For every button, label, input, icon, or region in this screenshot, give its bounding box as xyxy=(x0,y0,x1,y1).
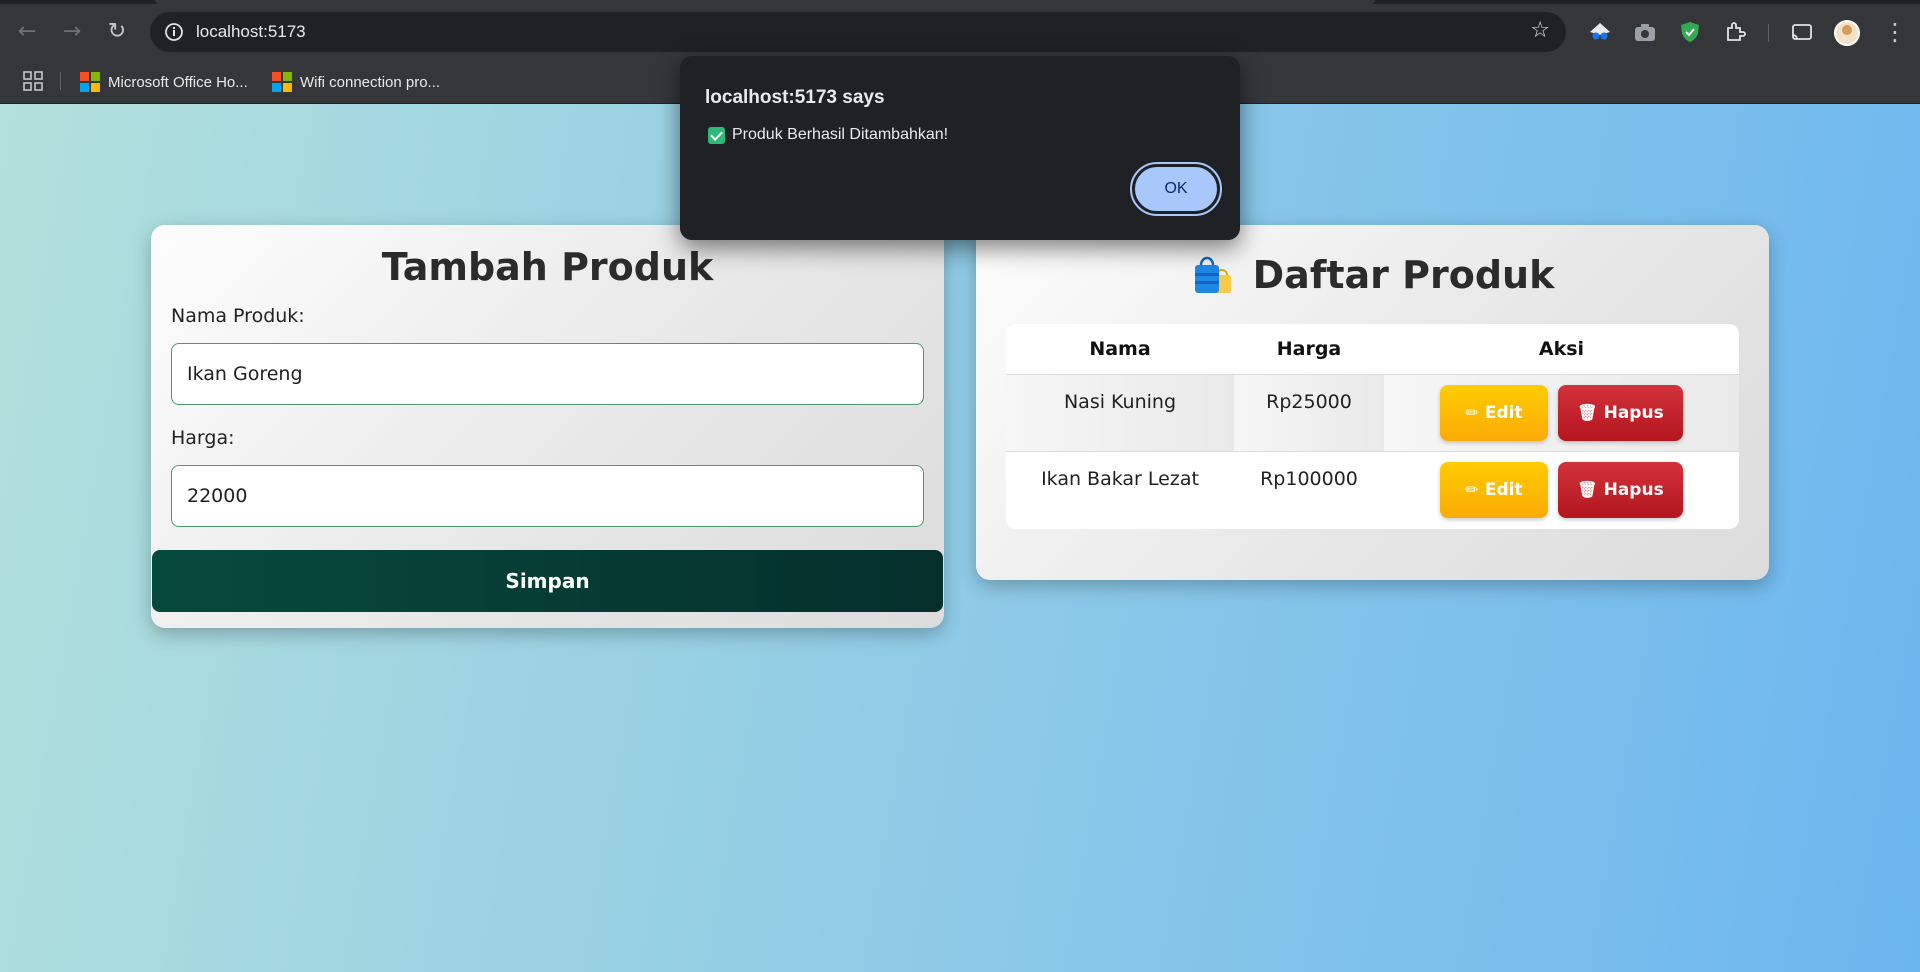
table-row: Nasi Kuning Rp25000 ✏ Edit 🗑 Hapus xyxy=(1006,373,1739,451)
delete-label: Hapus xyxy=(1603,402,1664,423)
edit-button[interactable]: ✏ Edit xyxy=(1440,384,1548,441)
microsoft-logo-icon xyxy=(80,72,100,92)
bookmark-star-icon[interactable]: ☆ xyxy=(1530,18,1550,43)
apps-grid-icon[interactable] xyxy=(22,70,44,92)
site-info-icon[interactable] xyxy=(162,20,186,44)
bookmark-wifi-connection[interactable]: Wifi connection pro... xyxy=(272,70,440,94)
product-name-cell: Ikan Bakar Lezat xyxy=(1006,450,1234,528)
list-heading: Daftar Produk xyxy=(976,253,1769,297)
delete-button[interactable]: 🗑 Hapus xyxy=(1558,384,1683,441)
column-header-harga: Harga xyxy=(1276,337,1342,360)
list-title: Daftar Produk xyxy=(1252,253,1555,297)
edit-button[interactable]: ✏ Edit xyxy=(1440,461,1548,518)
extensions-puzzle-icon[interactable] xyxy=(1722,19,1748,45)
table-row: Ikan Bakar Lezat Rp100000 ✏ Edit 🗑 Hapus xyxy=(1006,450,1739,528)
shopping-bags-icon xyxy=(1194,256,1231,293)
bookmark-label: Microsoft Office Ho... xyxy=(108,73,248,91)
product-list-card: Daftar Produk Nama Harga Aksi Nasi Kunin… xyxy=(976,225,1769,580)
reload-icon[interactable]: ↻ xyxy=(103,18,131,46)
product-price-cell: Rp100000 xyxy=(1234,450,1384,528)
form-title: Tambah Produk xyxy=(381,245,714,289)
shield-icon[interactable] xyxy=(1677,19,1703,45)
actions-cell: ✏ Edit 🗑 Hapus xyxy=(1384,450,1739,528)
dialog-title: localhost:5173 says xyxy=(705,87,885,108)
pencil-icon: ✏ xyxy=(1465,403,1479,422)
table-header-row: Nama Harga Aksi xyxy=(1006,324,1739,374)
price-input[interactable] xyxy=(171,465,924,527)
toolbar-divider xyxy=(1768,24,1769,42)
trash-icon: 🗑 xyxy=(1577,403,1598,422)
address-bar[interactable]: localhost:5173 ☆ xyxy=(150,12,1566,52)
edit-label: Edit xyxy=(1484,479,1523,500)
add-product-card: Tambah Produk Nama Produk: Harga: Simpan xyxy=(151,225,944,628)
cast-icon[interactable] xyxy=(1789,19,1815,45)
delete-label: Hapus xyxy=(1603,479,1664,500)
back-icon[interactable]: ← xyxy=(13,18,41,46)
price-label: Harga: xyxy=(171,427,235,449)
product-price-cell: Rp25000 xyxy=(1234,373,1384,451)
edit-label: Edit xyxy=(1484,402,1523,423)
product-name-label: Nama Produk: xyxy=(171,305,305,327)
alert-dialog: localhost:5173 says Produk Berhasil Dita… xyxy=(680,56,1240,240)
ok-button[interactable]: OK xyxy=(1130,162,1222,216)
dialog-message: Produk Berhasil Ditambahkan! xyxy=(708,126,948,144)
bookmark-label: Wifi connection pro... xyxy=(300,73,441,91)
forward-icon[interactable]: → xyxy=(58,18,86,46)
pencil-icon: ✏ xyxy=(1465,480,1479,499)
actions-cell: ✏ Edit 🗑 Hapus xyxy=(1384,373,1739,451)
product-name-cell: Nasi Kuning xyxy=(1006,373,1234,451)
url-text: localhost:5173 xyxy=(196,22,306,41)
product-name-input[interactable] xyxy=(171,343,924,405)
save-button[interactable]: Simpan xyxy=(152,550,943,612)
delete-button[interactable]: 🗑 Hapus xyxy=(1558,461,1683,518)
product-table: Nama Harga Aksi Nasi Kuning Rp25000 ✏ Edi… xyxy=(1006,324,1739,529)
microsoft-logo-icon xyxy=(272,72,292,92)
bookmarks-divider xyxy=(60,72,61,90)
camera-icon[interactable] xyxy=(1632,19,1658,45)
column-header-nama: Nama xyxy=(1089,337,1151,360)
column-header-aksi: Aksi xyxy=(1538,337,1585,360)
extension-incognito-icon[interactable] xyxy=(1587,19,1613,45)
bookmark-microsoft-office[interactable]: Microsoft Office Ho... xyxy=(80,70,248,94)
checkmark-icon xyxy=(708,126,725,144)
trash-icon: 🗑 xyxy=(1577,480,1598,499)
menu-kebab-icon[interactable]: ⋮ xyxy=(1881,18,1909,46)
dialog-message-text: Produk Berhasil Ditambahkan! xyxy=(732,126,949,143)
browser-toolbar: ← → ↻ localhost:5173 ☆ ⋮ xyxy=(0,4,1920,60)
profile-avatar[interactable] xyxy=(1834,20,1860,46)
